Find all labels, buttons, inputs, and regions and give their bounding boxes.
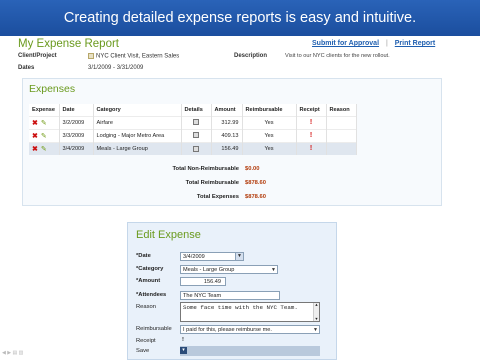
- column-header: Date: [59, 104, 94, 116]
- expense-amount: 312.99: [211, 115, 243, 129]
- total-value: $878.60: [245, 180, 266, 186]
- delete-icon[interactable]: ✖: [32, 146, 38, 153]
- receipt-alert-icon[interactable]: !: [296, 115, 327, 129]
- amount-field[interactable]: 156.49: [180, 277, 226, 286]
- table-row[interactable]: ✖ ✎ 3/2/2009 Airfare 312.99 Yes !: [29, 115, 357, 129]
- expense-reimbursable: Yes: [242, 128, 297, 142]
- save-label: Save: [136, 348, 150, 354]
- category-label: *Category: [136, 266, 164, 272]
- column-header: Amount: [211, 104, 243, 116]
- report-meta: Client/Project NYC Client Visit, Eastern…: [18, 53, 238, 73]
- row-actions: ✖ ✎: [29, 115, 60, 129]
- details-icon[interactable]: [193, 119, 199, 126]
- attendees-label: *Attendees: [136, 292, 167, 298]
- expense-reason: [326, 141, 357, 155]
- column-header: Details: [181, 104, 212, 116]
- reason-label: Reason: [136, 304, 156, 310]
- expense-reason: [326, 115, 357, 129]
- expense-category: Airfare: [93, 115, 182, 129]
- total-label: Total Expenses: [196, 194, 239, 200]
- expense-amount: 156.49: [211, 141, 243, 155]
- slide-banner: Creating detailed expense reports is eas…: [0, 0, 480, 36]
- edit-icon[interactable]: ✎: [41, 133, 47, 140]
- amount-label: *Amount: [136, 278, 161, 284]
- total-label: Total Non-Reimbursable: [172, 166, 239, 172]
- expense-date: 3/2/2009: [59, 115, 94, 129]
- receipt-alert-icon[interactable]: !: [182, 337, 184, 343]
- save-icon: ▾: [180, 347, 187, 354]
- edit-expense-panel: Edit Expense *Date 3/4/2009 ▼ *Category …: [127, 222, 337, 360]
- details-cell: [181, 128, 212, 142]
- expense-reimbursable: Yes: [242, 115, 297, 129]
- page-title: My Expense Report: [18, 38, 119, 50]
- chevron-down-icon: ▼: [313, 327, 318, 333]
- expense-category: Lodging - Major Metro Area: [93, 128, 182, 142]
- report-actions: Submit for Approval | Print Report: [312, 40, 435, 47]
- details-cell: [181, 115, 212, 129]
- edit-icon[interactable]: ✎: [41, 120, 47, 127]
- reason-textarea[interactable]: Some face time with the NYC Team. ▲ ▼: [180, 302, 320, 322]
- row-actions: ✖ ✎: [29, 141, 60, 155]
- link-separator: |: [385, 40, 388, 47]
- client-project-value: NYC Client Visit, Eastern Sales: [88, 53, 179, 60]
- submit-for-approval-link[interactable]: Submit for Approval: [312, 40, 379, 47]
- column-header: Receipt: [296, 104, 327, 116]
- reimbursable-select[interactable]: I paid for this, please reimburse me. ▼: [180, 325, 320, 334]
- edit-icon[interactable]: [88, 53, 94, 59]
- date-label: *Date: [136, 253, 151, 259]
- scrollbar[interactable]: ▲ ▼: [313, 303, 319, 322]
- description-value: Visit to our NYC clients for the new rol…: [285, 53, 390, 59]
- expense-amount: 409.13: [211, 128, 243, 142]
- total-label: Total Reimbursable: [185, 180, 239, 186]
- expenses-title: Expenses: [29, 83, 76, 95]
- print-report-link[interactable]: Print Report: [395, 40, 435, 47]
- row-actions: ✖ ✎: [29, 128, 60, 142]
- reimbursable-label: Reimbursable: [136, 326, 172, 332]
- column-header: Expense: [29, 104, 60, 116]
- chevron-down-icon[interactable]: ▼: [235, 253, 243, 260]
- attendees-field[interactable]: The NYC Team: [180, 291, 280, 300]
- date-picker[interactable]: 3/4/2009 ▼: [180, 252, 244, 261]
- reimbursable-value: I paid for this, please reimburse me.: [183, 327, 272, 333]
- chevron-down-icon: ▼: [271, 267, 276, 273]
- slide-nav-icons[interactable]: ◀ ▶ ▤ ▥: [2, 350, 23, 356]
- delete-icon[interactable]: ✖: [32, 133, 38, 140]
- edit-icon[interactable]: ✎: [41, 146, 47, 153]
- receipt-label: Receipt: [136, 338, 156, 344]
- category-value: Meals - Large Group: [183, 267, 235, 273]
- client-project-label: Client/Project: [18, 53, 57, 59]
- expense-date: 3/3/2009: [59, 128, 94, 142]
- expense-category: Meals - Large Group: [93, 141, 182, 155]
- date-value: 3/4/2009: [183, 254, 205, 260]
- table-row[interactable]: ✖ ✎ 3/3/2009 Lodging - Major Metro Area 4…: [29, 128, 357, 142]
- details-cell: [181, 141, 212, 155]
- expenses-table: Expense Date Category Details Amount Rei…: [29, 104, 357, 155]
- total-value: $878.60: [245, 194, 266, 200]
- reason-value: Some face time with the NYC Team.: [183, 304, 298, 311]
- amount-value: 156.49: [203, 279, 221, 285]
- description-label: Description: [234, 53, 268, 59]
- expense-reimbursable: Yes: [242, 141, 297, 155]
- column-header: Category: [93, 104, 182, 116]
- total-value: $0.00: [245, 166, 260, 172]
- dates-value: 3/1/2009 - 3/31/2009: [88, 65, 144, 71]
- details-icon[interactable]: [193, 145, 199, 152]
- delete-icon[interactable]: ✖: [32, 120, 38, 127]
- category-select[interactable]: Meals - Large Group ▼: [180, 265, 278, 274]
- receipt-alert-icon[interactable]: !: [296, 141, 327, 155]
- column-header: Reason: [326, 104, 357, 116]
- attendees-value: The NYC Team: [183, 293, 222, 299]
- receipt-alert-icon[interactable]: !: [296, 128, 327, 142]
- dates-label: Dates: [18, 65, 35, 71]
- expenses-panel: Expenses Expense Date Category Details A…: [22, 78, 442, 206]
- expense-date: 3/4/2009: [59, 141, 94, 155]
- save-button[interactable]: ▾: [180, 346, 320, 356]
- edit-expense-title: Edit Expense: [136, 229, 201, 241]
- table-row[interactable]: ✖ ✎ 3/4/2009 Meals - Large Group 156.49 Y…: [29, 141, 357, 155]
- expense-reason: [326, 128, 357, 142]
- column-header: Reimbursable: [242, 104, 297, 116]
- details-icon[interactable]: [193, 132, 199, 139]
